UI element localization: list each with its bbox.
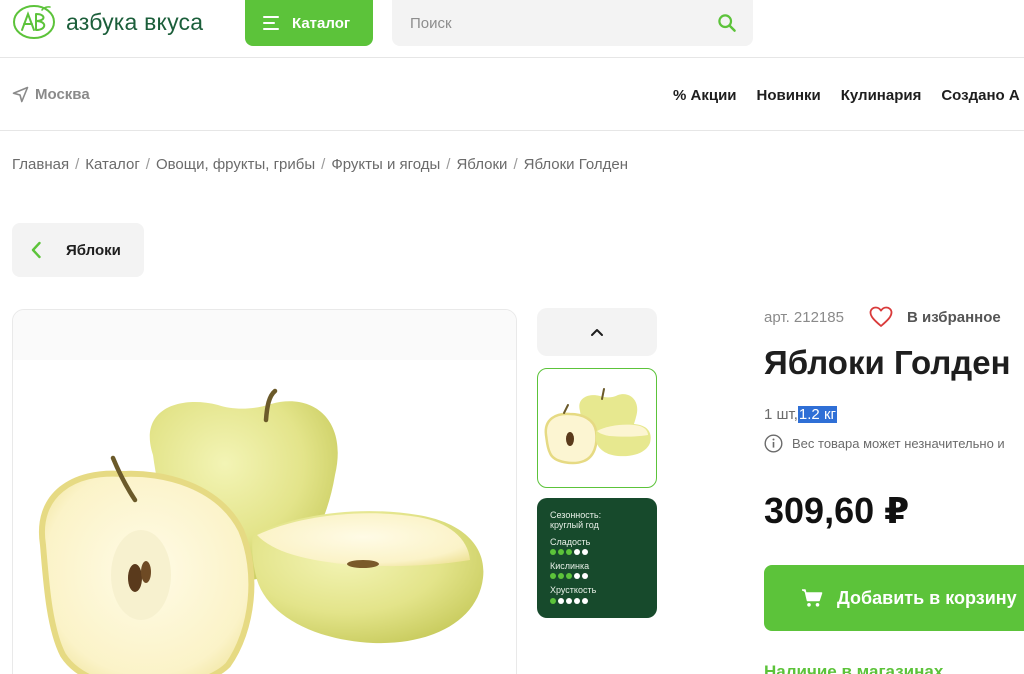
heart-icon <box>869 306 893 327</box>
season-value: круглый год <box>550 520 599 531</box>
breadcrumb-separator: / <box>75 156 80 173</box>
header: азбука вкуса Каталог <box>0 0 1024 58</box>
back-button[interactable]: Яблоки <box>12 223 144 277</box>
city-selector[interactable]: Москва <box>12 86 90 103</box>
breadcrumb-item-fruits[interactable]: Фрукты и ягоды <box>331 156 440 173</box>
season-label: Сезонность: <box>550 510 602 520</box>
weight-note: Вес товара может незначительно и <box>764 434 1005 453</box>
favorite-label: В избранное <box>907 308 1001 326</box>
crunchiness-label: Хрусткость <box>550 585 597 596</box>
menu-item-cooking[interactable]: Кулинария <box>841 87 922 104</box>
menu-icon <box>263 16 279 30</box>
logo-text: азбука вкуса <box>66 8 204 35</box>
chevron-up-icon <box>591 329 603 336</box>
store-availability-link[interactable]: Наличие в магазинах <box>764 662 943 674</box>
weight-note-text: Вес товара может незначительно и <box>792 436 1005 451</box>
breadcrumb-separator: / <box>446 156 451 173</box>
search-input[interactable] <box>410 14 690 32</box>
breadcrumb-item-vegetables[interactable]: Овощи, фрукты, грибы <box>156 156 315 173</box>
breadcrumb-separator: / <box>145 156 150 173</box>
thumbnail-photo[interactable] <box>537 368 657 488</box>
thumbnail-info-card[interactable]: Сезонность: круглый год Сладость Кислинк… <box>537 498 657 618</box>
product-price: 309,60 ₽ <box>764 490 910 531</box>
info-icon <box>764 434 783 453</box>
add-to-cart-label: Добавить в корзину <box>837 587 1017 608</box>
breadcrumb-item-apples[interactable]: Яблоки <box>456 156 507 173</box>
sourness-label: Кислинка <box>550 561 590 572</box>
apples-illustration <box>13 310 516 674</box>
location-arrow-icon <box>12 86 29 103</box>
search-icon[interactable] <box>717 13 737 33</box>
breadcrumb-separator: / <box>513 156 518 173</box>
catalog-label: Каталог <box>292 14 351 32</box>
product-sku: арт. 212185 <box>764 309 844 326</box>
top-menu: % Акции Новинки Кулинария Создано А <box>673 87 1020 104</box>
search-bar <box>392 0 753 46</box>
cart-icon <box>802 589 823 607</box>
sweetness-label: Сладость <box>550 536 591 547</box>
apples-thumbnail-illustration <box>544 388 651 465</box>
chevron-left-icon <box>31 241 41 259</box>
favorite-button[interactable]: В избранное <box>869 306 1001 328</box>
subnav: Москва % Акции Новинки Кулинария Создано… <box>0 59 1024 131</box>
breadcrumb-separator: / <box>321 156 326 173</box>
crunchiness-rating <box>550 597 645 604</box>
sweetness-rating <box>550 549 645 556</box>
back-label: Яблоки <box>66 241 121 259</box>
menu-item-promotions[interactable]: % Акции <box>673 87 737 104</box>
breadcrumb-item-catalog[interactable]: Каталог <box>85 156 140 173</box>
product-title: Яблоки Голден <box>764 344 1011 381</box>
menu-item-new[interactable]: Новинки <box>757 87 821 104</box>
unit-prefix: 1 шт, <box>764 406 798 423</box>
city-label: Москва <box>35 86 90 103</box>
thumbnails-scroll-up-button[interactable] <box>537 308 657 356</box>
product-unit: 1 шт,1.2 кг <box>764 406 837 423</box>
product-main-image[interactable] <box>12 309 517 674</box>
add-to-cart-button[interactable]: Добавить в корзину <box>764 565 1024 631</box>
breadcrumb-item-current: Яблоки Голден <box>523 156 628 173</box>
catalog-button[interactable]: Каталог <box>245 0 373 46</box>
logo[interactable]: азбука вкуса <box>12 4 203 40</box>
logo-mark-icon <box>13 5 55 39</box>
sourness-rating <box>550 573 645 580</box>
breadcrumb: Главная / Каталог / Овощи, фрукты, грибы… <box>12 156 628 173</box>
breadcrumb-item-home[interactable]: Главная <box>12 156 69 173</box>
menu-item-created[interactable]: Создано А <box>941 87 1019 104</box>
unit-weight: 1.2 кг <box>797 406 837 423</box>
